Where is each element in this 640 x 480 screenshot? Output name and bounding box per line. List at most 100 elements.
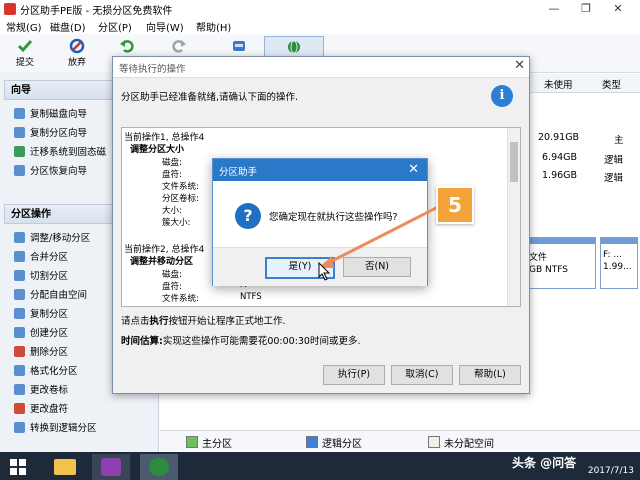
taskbar: 头条 @问答 2017/7/13 [0, 452, 640, 480]
legend-primary: 主分区 [186, 435, 232, 450]
op1-field: 磁盘: [162, 158, 182, 168]
legend-primary-swatch [186, 436, 198, 448]
drive-letter-icon [14, 403, 25, 414]
confirm-dialog-titlebar: 分区助手 ✕ [213, 159, 427, 181]
sidebar-item-label: 删除分区 [30, 347, 69, 358]
table-row[interactable]: 20.91GB 主 [530, 128, 640, 148]
confirm-close-button[interactable]: ✕ [408, 162, 419, 177]
sidebar-item-split[interactable]: 切割分区 [14, 268, 68, 286]
sidebar-item-label: 更改卷标 [30, 385, 69, 396]
recovery-icon [14, 165, 25, 176]
sidebar-item-allocate[interactable]: 分配自由空间 [14, 287, 87, 305]
menu-wizard[interactable]: 向导(W) [146, 19, 184, 34]
sidebar-item-delete[interactable]: 删除分区 [14, 344, 68, 362]
sidebar-item-label: 创建分区 [30, 328, 69, 339]
close-button[interactable]: ✕ [604, 0, 632, 18]
menu-partition[interactable]: 分区(P) [98, 19, 132, 34]
taskbar-app-purple[interactable] [92, 454, 130, 480]
sidebar-item-label: 更改盘符 [30, 404, 69, 415]
taskbar-partition-assistant[interactable] [140, 454, 178, 480]
sidebar-item-copy[interactable]: 复制分区 [14, 306, 68, 324]
minimize-button[interactable]: — [540, 0, 568, 18]
taskbar-date[interactable]: 2017/7/13 [588, 466, 634, 477]
info-icon: i [491, 85, 513, 107]
sidebar-item-format[interactable]: 格式化分区 [14, 363, 78, 381]
split-icon [14, 270, 25, 281]
op2-field: 磁盘: [162, 270, 182, 280]
op1-field: 分区卷标: [162, 194, 199, 204]
legend: 主分区 逻辑分区 未分配空间 [160, 430, 640, 451]
pending-close-button[interactable]: ✕ [514, 58, 525, 73]
disk-tool-icon [233, 41, 245, 51]
op2-value: NTFS [240, 292, 262, 302]
sidebar-item-change-label[interactable]: 更改卷标 [14, 382, 68, 400]
hint-bold: 执行 [149, 316, 169, 327]
menu-bar: 常规(G) 磁盘(D) 分区(P) 向导(W) 帮助(H) [0, 18, 640, 34]
hint-suffix: 按钮开始让程序正式地工作. [168, 316, 286, 327]
table-row[interactable]: 6.94GB 逻辑 [530, 148, 640, 168]
sidebar-item-change-letter[interactable]: 更改盘符 [14, 401, 68, 419]
partition-block[interactable]: F: ... 1.99... [600, 237, 638, 289]
cell-type: 逻辑 [604, 173, 624, 184]
table-header: 未使用 类型 [530, 74, 640, 93]
sidebar-item-label: 切割分区 [30, 271, 69, 282]
maximize-button[interactable]: ❐ [572, 0, 600, 18]
create-icon [14, 327, 25, 338]
merge-icon [14, 251, 25, 262]
column-header-type[interactable]: 类型 [602, 77, 621, 91]
undo-icon [120, 40, 134, 53]
cell-type: 主 [614, 135, 624, 146]
copy-partition-icon [14, 127, 25, 138]
title-bar: 分区助手PE版 - 无损分区免费软件 — ❐ ✕ [0, 0, 640, 19]
op1-field: 文件系统: [162, 182, 199, 192]
partition-block-line1: F: ... [603, 250, 622, 260]
partition-block[interactable]: 文件 GB NTFS [526, 237, 596, 289]
cell-type: 逻辑 [604, 155, 624, 166]
submit-button[interactable]: 提交 [8, 36, 42, 70]
op2-field: 盘符: [162, 282, 182, 292]
column-header-unused[interactable]: 未使用 [544, 77, 573, 91]
discard-icon [69, 38, 85, 54]
sidebar-item-convert-logical[interactable]: 转换到逻辑分区 [14, 420, 97, 438]
hint-prefix: 请点击 [121, 316, 150, 327]
step-badge: 5 [436, 186, 474, 224]
sidebar-item-label: 调整/移动分区 [30, 233, 91, 244]
sidebar-item-label: 复制磁盘向导 [30, 109, 88, 120]
op1-name: 调整分区大小 [130, 145, 185, 155]
globe-icon [288, 40, 300, 54]
table-row[interactable]: 1.96GB 逻辑 [530, 166, 640, 186]
legend-logical-swatch [306, 436, 318, 448]
sidebar-item-label: 合并分区 [30, 252, 69, 263]
sidebar-item-copy-disk[interactable]: 复制磁盘向导 [14, 106, 87, 124]
cell-unused: 6.94GB [542, 152, 578, 163]
sidebar-item-label: 分配自由空间 [30, 290, 88, 301]
app-purple-icon [101, 458, 121, 476]
app-logo-icon [4, 3, 16, 15]
time-estimate: 时间估算:实现这些操作可能需要花00:00:30时间或更多. [121, 333, 361, 347]
menu-help[interactable]: 帮助(H) [196, 19, 231, 34]
discard-button[interactable]: 放弃 [60, 36, 94, 70]
windows-start-icon[interactable] [10, 459, 26, 475]
sidebar-item-label: 格式化分区 [30, 366, 78, 377]
cancel-button[interactable]: 取消(C) [391, 365, 453, 385]
window-title: 分区助手PE版 - 无损分区免费软件 [20, 6, 173, 17]
execute-button[interactable]: 执行(P) [323, 365, 385, 385]
sidebar-item-partition-recovery[interactable]: 分区恢复向导 [14, 163, 87, 181]
menu-disk[interactable]: 磁盘(D) [50, 19, 86, 34]
delete-icon [14, 346, 25, 357]
sidebar-item-create[interactable]: 创建分区 [14, 325, 68, 343]
sidebar-item-copy-partition[interactable]: 复制分区向导 [14, 125, 87, 143]
scrollbar-thumb[interactable] [510, 142, 518, 182]
sidebar-item-label: 转换到逻辑分区 [30, 423, 97, 434]
pending-dialog-title: 等待执行的操作 [119, 64, 186, 75]
sidebar-item-migrate-os[interactable]: 迁移系统到固态磁 [14, 144, 106, 162]
sidebar-item-merge[interactable]: 合并分区 [14, 249, 68, 267]
sidebar-item-resize[interactable]: 调整/移动分区 [14, 230, 90, 248]
operations-scrollbar[interactable] [507, 128, 520, 306]
taskbar-explorer[interactable] [46, 454, 84, 480]
legend-unallocated: 未分配空间 [428, 435, 494, 450]
help-button[interactable]: 帮助(L) [459, 365, 521, 385]
menu-general[interactable]: 常规(G) [6, 19, 42, 34]
redo-icon [172, 40, 186, 53]
migrate-icon [14, 146, 25, 157]
